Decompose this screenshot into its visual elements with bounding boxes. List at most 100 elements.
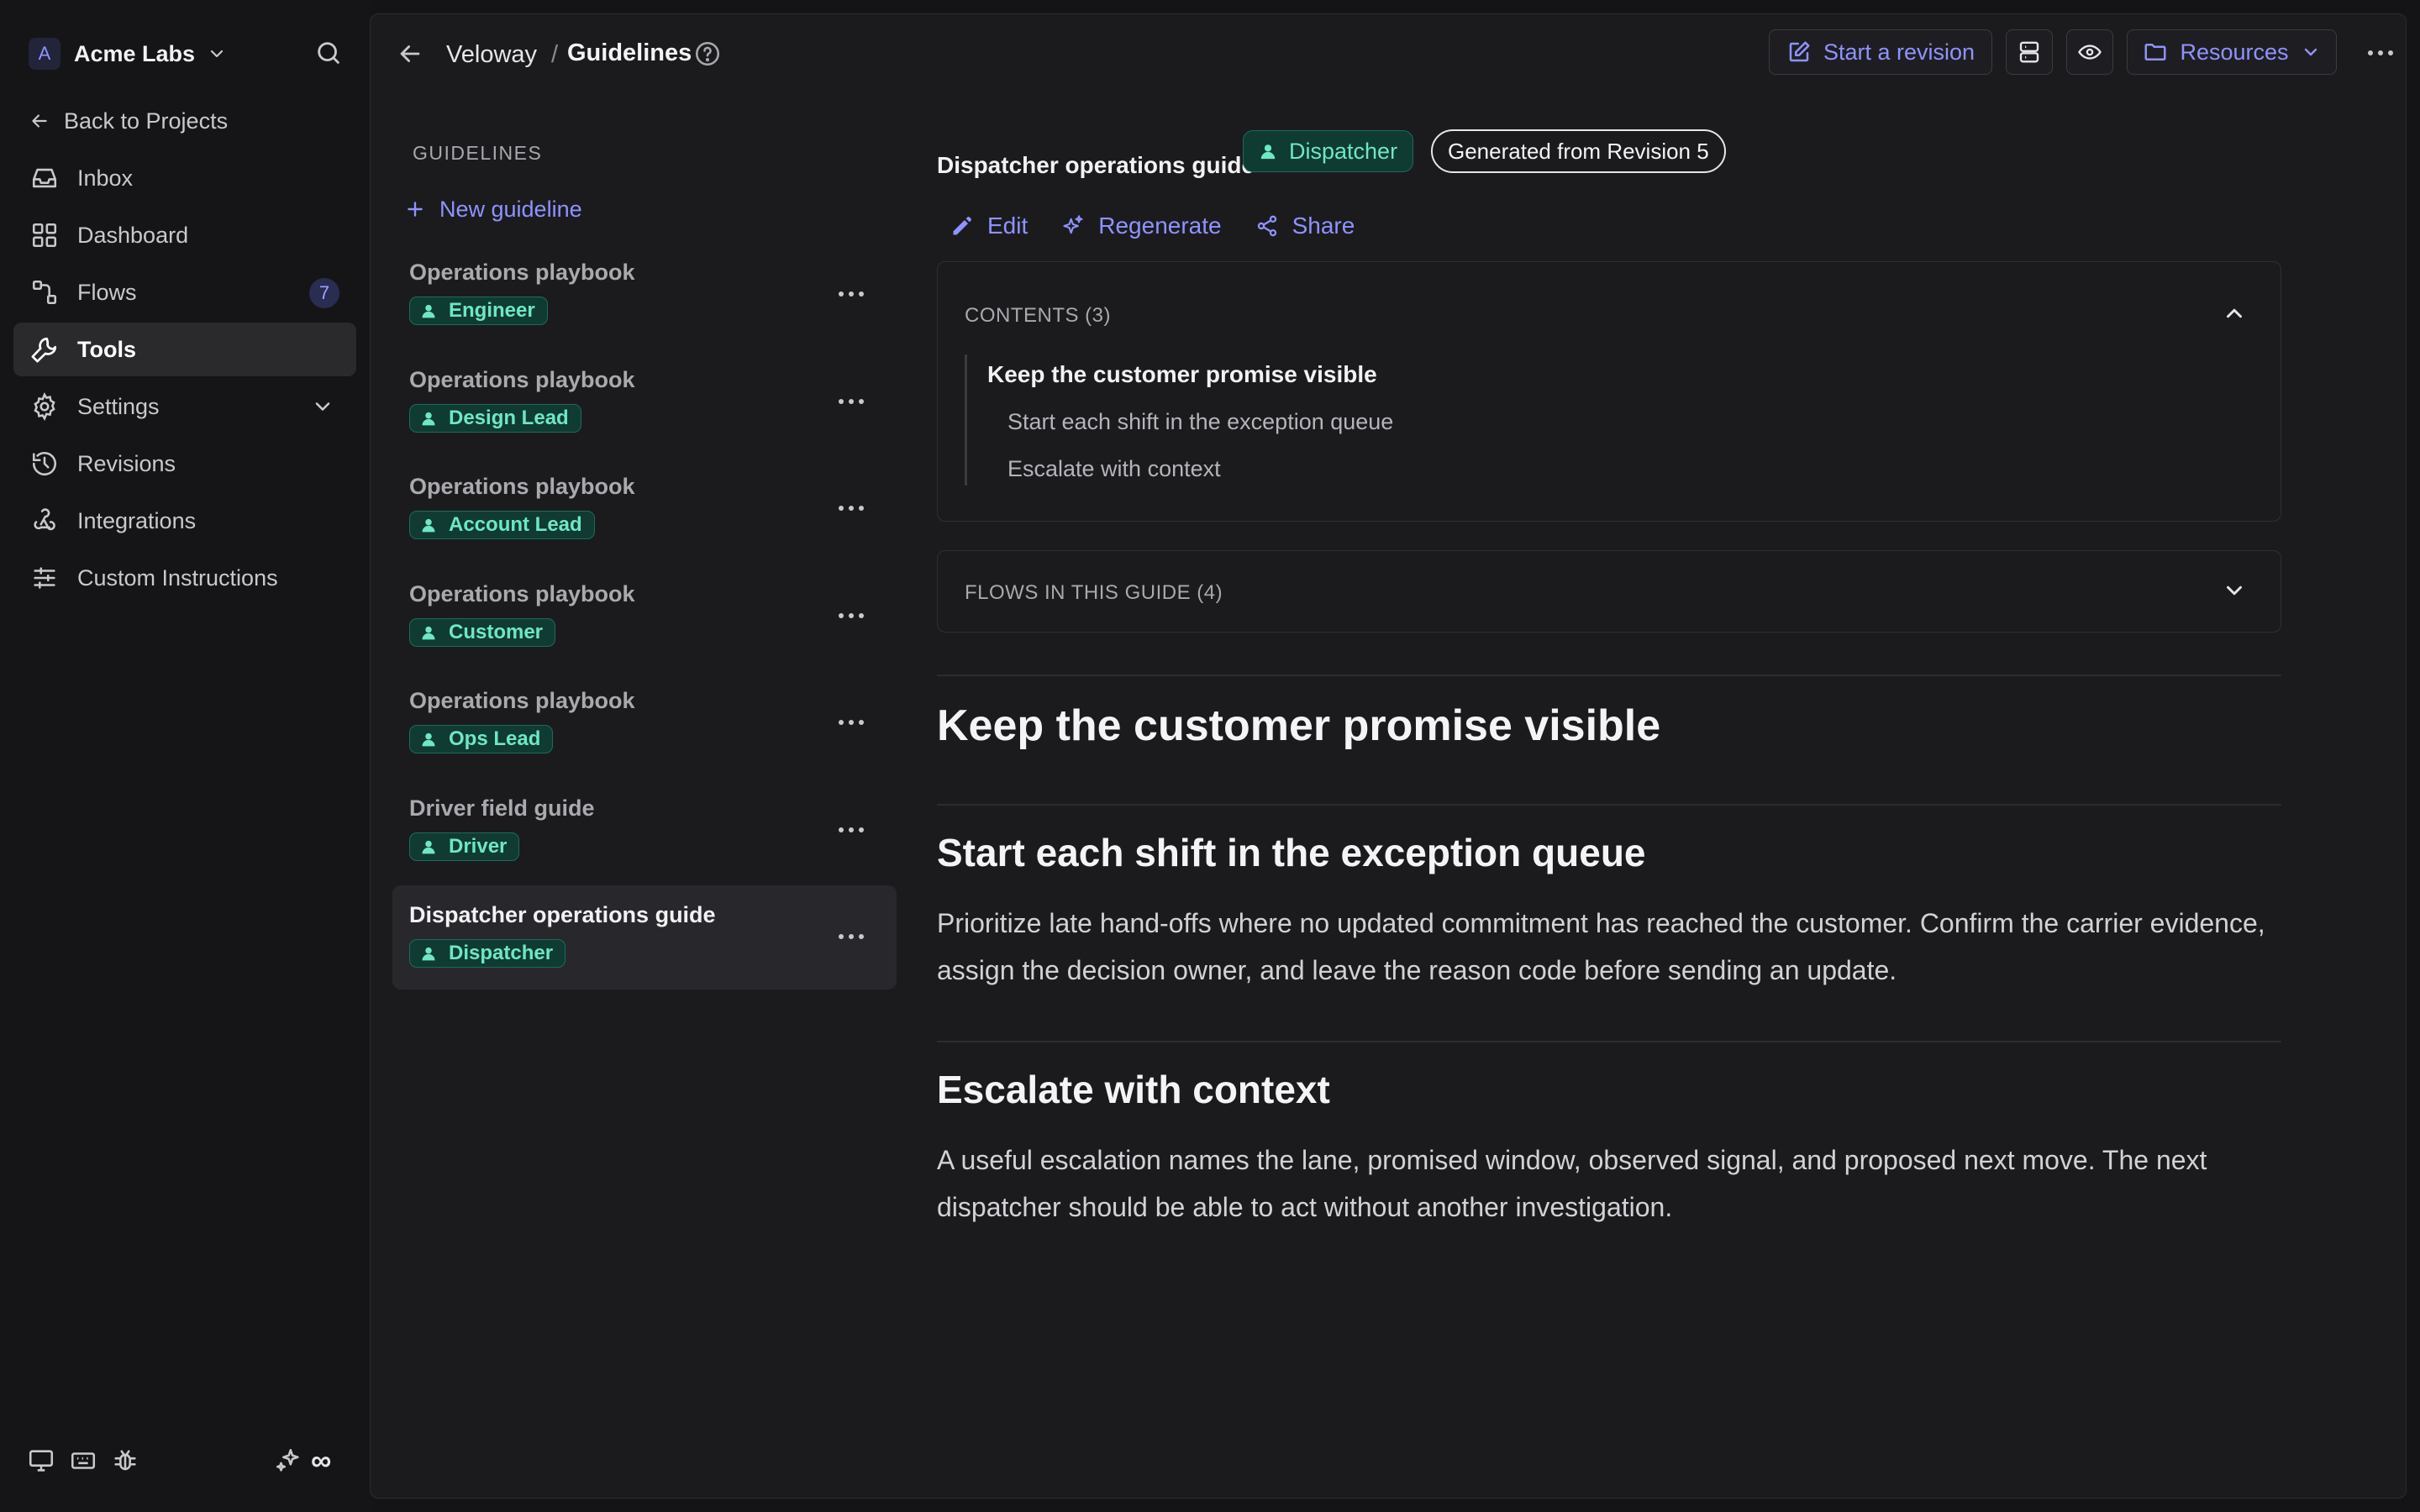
edit-button[interactable]: Edit xyxy=(950,213,1028,239)
document-role-label: Dispatcher xyxy=(1289,138,1398,164)
sidebar-item-settings[interactable]: Settings xyxy=(13,380,356,433)
toc-item[interactable]: Start each shift in the exception queue xyxy=(987,405,1393,438)
section-body: A useful escalation names the lane, prom… xyxy=(937,1145,2207,1222)
sidebar-nav: Inbox Dashboard Flows 7 Tools Settings R… xyxy=(13,151,356,608)
history-icon xyxy=(32,452,57,476)
section-body: Prioritize late hand-offs where no updat… xyxy=(937,908,2265,985)
section-heading-3: Escalate with context xyxy=(937,1068,1330,1111)
back-to-projects-label: Back to Projects xyxy=(64,108,229,134)
webhook-icon xyxy=(34,508,55,531)
more-horizontal-icon[interactable] xyxy=(834,817,868,843)
sidebar-item-dashboard[interactable]: Dashboard xyxy=(13,208,356,262)
edit-label: Edit xyxy=(987,213,1028,239)
role-tag: Engineer xyxy=(409,297,548,325)
arrow-left-icon[interactable] xyxy=(396,39,424,68)
list-item-active[interactable]: Dispatcher operations guide Dispatcher xyxy=(392,885,897,990)
back-to-projects-link[interactable]: Back to Projects xyxy=(29,104,228,138)
new-guideline-button[interactable]: New guideline xyxy=(404,192,582,226)
chevron-down-icon xyxy=(210,50,224,58)
contents-heading[interactable]: CONTENTS (3) xyxy=(965,304,1111,328)
sidebar-item-label: Flows xyxy=(77,279,137,305)
chevron-down-icon[interactable] xyxy=(2222,578,2247,603)
list-item[interactable]: Driver field guide Driver xyxy=(392,779,897,883)
list-item[interactable]: Operations playbook Design Lead xyxy=(392,350,897,454)
revision-source-pill[interactable]: Generated from Revision 5 xyxy=(1431,129,1726,173)
user-icon xyxy=(422,304,435,318)
guideline-title: Operations playbook xyxy=(409,688,635,713)
flows-card[interactable]: FLOWS IN THIS GUIDE (4) xyxy=(937,550,2281,633)
toc-item[interactable]: Keep the customer promise visible xyxy=(987,358,1393,391)
sidebar-item-label: Revisions xyxy=(77,450,176,476)
user-icon xyxy=(422,732,435,747)
more-horizontal-icon[interactable] xyxy=(834,389,868,414)
guideline-title: Dispatcher operations guide xyxy=(409,902,716,927)
layout-panels-icon xyxy=(2019,41,2039,63)
document-actions: Edit Regenerate Share xyxy=(950,207,1388,244)
monitor-icon xyxy=(29,1450,54,1472)
sidebar-item-label: Dashboard xyxy=(77,222,189,248)
debug-button[interactable] xyxy=(111,1446,139,1475)
layout-toggle-button[interactable] xyxy=(2006,29,2053,75)
resources-dropdown[interactable]: Resources xyxy=(2127,29,2337,75)
workspace-avatar: A xyxy=(29,38,60,70)
guideline-title: Operations playbook xyxy=(409,580,635,606)
more-horizontal-icon[interactable] xyxy=(2364,38,2397,68)
role-tag: Driver xyxy=(409,832,520,861)
infinity-icon[interactable]: ∞ xyxy=(311,1446,339,1475)
role-label: Design Lead xyxy=(449,406,569,429)
more-horizontal-icon[interactable] xyxy=(834,710,868,735)
sidebar-item-label: Integrations xyxy=(77,507,197,533)
keyboard-button[interactable] xyxy=(69,1446,97,1475)
help-circle-icon[interactable] xyxy=(693,39,722,68)
list-item[interactable]: Operations playbook Engineer xyxy=(392,243,897,347)
workspace-switcher[interactable]: A Acme Labs xyxy=(29,37,227,71)
regenerate-label: Regenerate xyxy=(1098,213,1222,239)
sidebar-item-integrations[interactable]: Integrations xyxy=(13,494,356,548)
page-title: Guidelines xyxy=(567,39,692,66)
more-horizontal-icon[interactable] xyxy=(834,603,868,628)
section-divider xyxy=(937,804,2281,806)
app-root: A Acme Labs Back to Projects Inbox Dashb… xyxy=(0,0,2420,1512)
monitor-button[interactable] xyxy=(27,1446,55,1475)
start-revision-button[interactable]: Start a revision xyxy=(1769,29,1992,75)
ai-sparkle-button[interactable] xyxy=(274,1446,302,1475)
sidebar-item-tools[interactable]: Tools xyxy=(13,323,356,376)
user-icon xyxy=(422,518,435,533)
inbox-icon xyxy=(32,168,57,188)
more-horizontal-icon[interactable] xyxy=(834,924,868,949)
breadcrumb-separator: / xyxy=(551,41,559,68)
list-item[interactable]: Operations playbook Account Lead xyxy=(392,457,897,561)
role-label: Account Lead xyxy=(449,513,582,536)
list-item[interactable]: Operations playbook Customer xyxy=(392,564,897,669)
flows-icon xyxy=(32,280,57,305)
chevron-down-icon[interactable] xyxy=(311,395,334,418)
role-tag: Dispatcher xyxy=(409,939,566,968)
sidebar-item-revisions[interactable]: Revisions xyxy=(13,437,356,491)
share-button[interactable]: Share xyxy=(1255,213,1355,239)
role-label: Ops Lead xyxy=(449,727,541,750)
sidebar-item-label: Custom Instructions xyxy=(77,564,278,591)
topbar: Veloway / Guidelines Start a revision Re… xyxy=(371,14,2406,92)
role-label: Engineer xyxy=(449,299,535,322)
more-horizontal-icon[interactable] xyxy=(834,496,868,521)
start-revision-label: Start a revision xyxy=(1823,39,1975,65)
toc-item[interactable]: Escalate with context xyxy=(987,452,1393,486)
role-label: Dispatcher xyxy=(449,942,554,964)
sidebar-item-inbox[interactable]: Inbox xyxy=(13,151,356,205)
flows-count-badge: 7 xyxy=(309,278,339,308)
preview-button[interactable] xyxy=(2066,29,2113,75)
sidebar-item-label: Inbox xyxy=(77,165,134,191)
guidelines-heading: GUIDELINES xyxy=(413,142,543,164)
pencil-icon xyxy=(953,217,971,235)
guideline-title: Operations playbook xyxy=(409,474,635,499)
regenerate-button[interactable]: Regenerate xyxy=(1061,213,1222,239)
chevron-up-icon[interactable] xyxy=(2222,301,2247,326)
list-item[interactable]: Operations playbook Ops Lead xyxy=(392,671,897,775)
search-icon[interactable] xyxy=(314,39,343,67)
contents-card: CONTENTS (3) Keep the customer promise v… xyxy=(937,261,2281,522)
sidebar-item-flows[interactable]: Flows 7 xyxy=(13,265,356,319)
more-horizontal-icon[interactable] xyxy=(834,281,868,307)
workspace-name: Acme Labs xyxy=(74,40,196,66)
sidebar-item-custom-instructions[interactable]: Custom Instructions xyxy=(13,551,356,605)
breadcrumb-project[interactable]: Veloway xyxy=(446,38,537,71)
